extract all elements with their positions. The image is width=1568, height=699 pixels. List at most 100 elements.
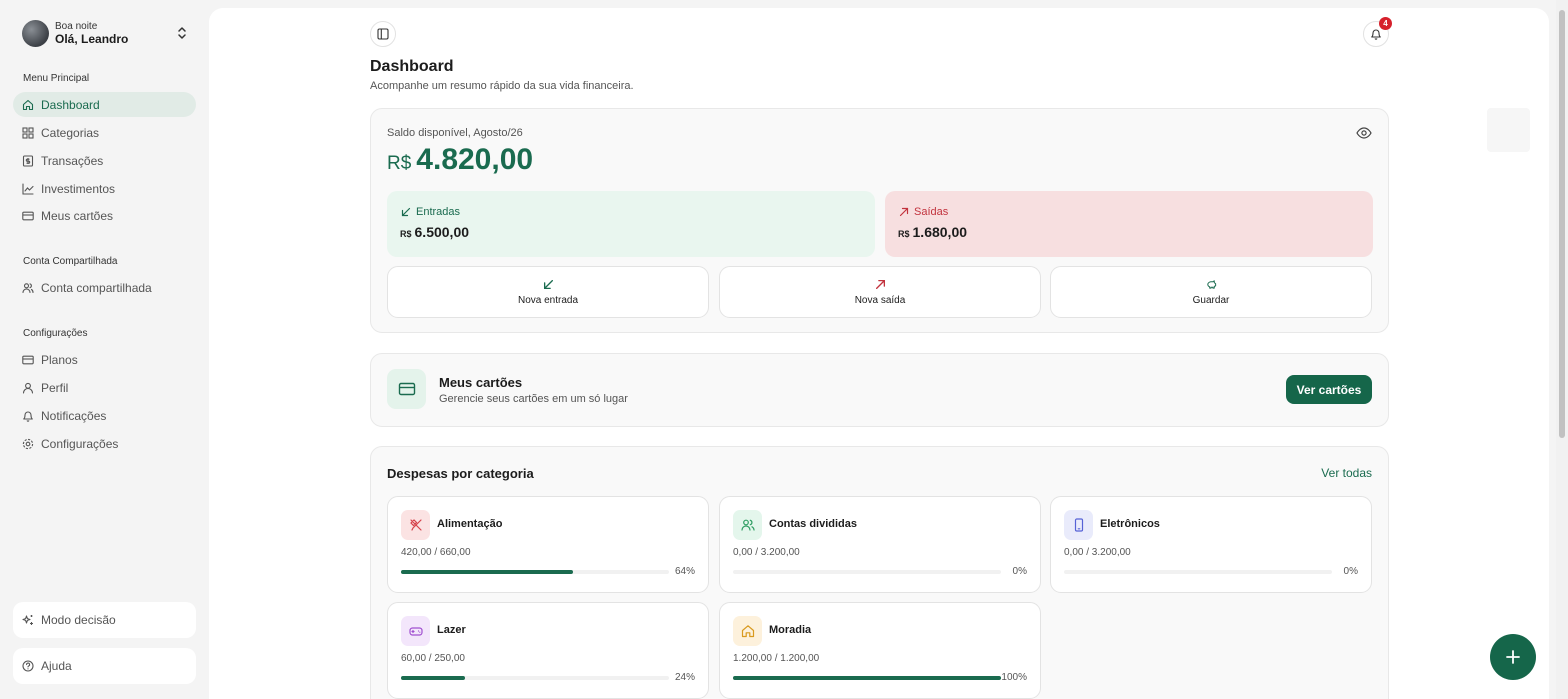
sidebar-item-label: Configurações [41, 436, 119, 451]
arrow-down-left-icon [543, 279, 553, 289]
ajuda-label: Ajuda [41, 659, 72, 673]
chart-line-icon [22, 182, 34, 195]
avatar [22, 19, 49, 47]
arrow-up-right-icon [899, 207, 909, 217]
guardar-label: Guardar [1192, 294, 1230, 306]
section-title-settings: Configurações [23, 328, 88, 339]
category-card-contas-divididas[interactable]: Contas divididas 0,00 / 3.200,00 0% [719, 496, 1041, 593]
page-scrollbar[interactable] [1556, 0, 1568, 699]
sidebar-item-meus-cartoes[interactable]: Meus cartões [13, 203, 196, 228]
categories-title: Despesas por categoria [387, 466, 534, 481]
scrollbar-thumb[interactable] [1559, 10, 1565, 438]
category-amount: 0,00 / 3.200,00 [733, 547, 800, 558]
balance-currency: R$ [387, 153, 412, 174]
category-card-moradia[interactable]: Moradia 1.200,00 / 1.200,00 100% [719, 602, 1041, 699]
ajuda-button[interactable]: Ajuda [13, 648, 196, 684]
receipt-icon [22, 154, 34, 167]
user-icon [22, 382, 34, 394]
credit-card-icon [398, 382, 415, 396]
balance-amount: 4.820,00 [416, 143, 534, 176]
gear-icon [22, 438, 34, 449]
category-name: Alimentação [437, 518, 503, 530]
category-percent: 24% [674, 672, 695, 683]
page-title: Dashboard [370, 58, 454, 75]
ver-cartoes-button[interactable]: Ver cartões [1286, 375, 1372, 404]
home-icon [741, 625, 754, 638]
sidebar-item-label: Dashboard [41, 97, 100, 112]
category-card-eletronicos[interactable]: Eletrônicos 0,00 / 3.200,00 0% [1050, 496, 1372, 593]
balance-card: Saldo disponível, Agosto/26 R$ 4.820,00 … [370, 108, 1389, 333]
sidebar-item-label: Conta compartilhada [41, 280, 152, 295]
category-card-lazer[interactable]: Lazer 60,00 / 250,00 24% [387, 602, 709, 699]
home-icon [22, 99, 34, 110]
section-title-menu: Menu Principal [23, 73, 90, 84]
sidebar-item-transacoes[interactable]: Transações [13, 148, 196, 173]
category-progress-track [401, 570, 669, 574]
category-name: Eletrônicos [1100, 518, 1160, 530]
sidebar-item-planos[interactable]: Planos [13, 347, 196, 372]
panel-left-icon [377, 28, 389, 40]
sidebar-item-label: Categorias [41, 125, 100, 140]
grid-icon [22, 126, 34, 139]
ver-todas-link[interactable]: Ver todas [1321, 466, 1372, 480]
credit-card-icon [22, 355, 34, 364]
sidebar-item-investimentos[interactable]: Investimentos [13, 176, 196, 201]
user-switcher[interactable]: Boa noite Olá, Leandro [22, 18, 192, 48]
notification-badge: 4 [1379, 17, 1392, 30]
modo-decisao-label: Modo decisão [41, 613, 116, 627]
category-progress-track [1064, 570, 1332, 574]
category-name: Lazer [437, 624, 466, 636]
category-amount: 1.200,00 / 1.200,00 [733, 653, 820, 664]
nova-entrada-button[interactable]: Nova entrada [387, 266, 709, 318]
cards-section: Meus cartões Gerencie seus cartões em um… [370, 353, 1389, 427]
nova-entrada-label: Nova entrada [517, 294, 579, 306]
expenses-box: Saídas R$ 1.680,00 [885, 191, 1373, 257]
sidebar-item-conta-compartilhada[interactable]: Conta compartilhada [13, 275, 196, 300]
category-progress-track [733, 676, 1001, 680]
category-percent: 0% [1343, 566, 1358, 577]
sidebar-item-label: Notificações [41, 408, 107, 423]
income-currency: R$ [400, 229, 412, 239]
category-percent: 64% [674, 566, 695, 577]
bell-icon [23, 411, 33, 422]
cards-section-title: Meus cartões [439, 375, 523, 390]
income-value: 6.500,00 [414, 224, 470, 240]
add-transaction-fab[interactable] [1490, 634, 1536, 680]
category-amount: 420,00 / 660,00 [401, 547, 471, 558]
category-progress-track [401, 676, 669, 680]
category-card-alimentacao[interactable]: Alimentação 420,00 / 660,00 64% [387, 496, 709, 593]
sidebar-item-label: Transações [41, 153, 104, 168]
income-label: Entradas [416, 206, 461, 218]
sidebar-item-notificacoes[interactable]: Notificações [13, 403, 196, 428]
users-icon [740, 519, 755, 531]
utensils-icon [409, 519, 422, 531]
sidebar-item-label: Perfil [41, 380, 69, 395]
guardar-button[interactable]: Guardar [1050, 266, 1372, 318]
piggy-bank-icon [1206, 279, 1216, 289]
bell-icon [1371, 29, 1381, 40]
arrow-down-left-icon [401, 207, 411, 217]
sidebar-item-label: Planos [41, 352, 78, 367]
category-percent: 100% [1001, 672, 1027, 683]
sidebar: Boa noite Olá, Leandro Menu Principal Da… [0, 0, 208, 699]
users-icon [22, 282, 34, 293]
main-panel: 4 Dashboard Acompanhe um resumo rápido d… [209, 8, 1549, 699]
category-progress-fill [401, 570, 573, 574]
sidebar-toggle-button[interactable] [370, 21, 396, 47]
expenses-currency: R$ [898, 229, 910, 239]
modo-decisao-button[interactable]: Modo decisão [13, 602, 196, 638]
eye-icon[interactable] [1356, 127, 1372, 139]
smartphone-icon [1074, 518, 1083, 532]
sidebar-item-perfil[interactable]: Perfil [13, 375, 196, 400]
category-percent: 0% [1012, 566, 1027, 577]
help-circle-icon [22, 660, 34, 672]
nova-saida-button[interactable]: Nova saída [719, 266, 1041, 318]
user-name: Olá, Leandro [55, 32, 129, 46]
ghost-panel [1487, 108, 1530, 152]
sidebar-item-categorias[interactable]: Categorias [13, 120, 196, 145]
sidebar-item-configuracoes[interactable]: Configurações [13, 431, 196, 456]
sidebar-item-dashboard[interactable]: Dashboard [13, 92, 196, 117]
page-subtitle: Acompanhe um resumo rápido da sua vida f… [370, 80, 634, 92]
notifications-button[interactable]: 4 [1363, 17, 1392, 47]
category-progress-fill [733, 676, 1001, 680]
